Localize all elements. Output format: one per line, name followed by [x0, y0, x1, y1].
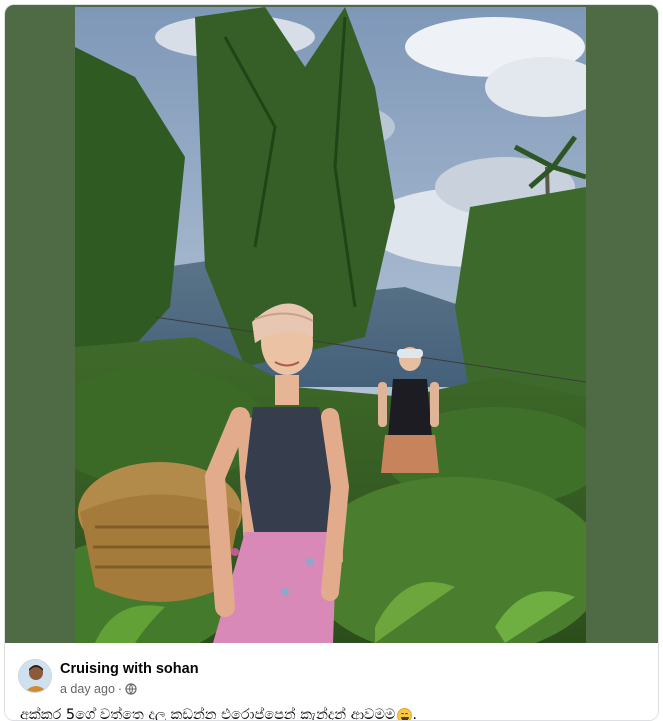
- meta-separator: ·: [117, 682, 123, 696]
- post-timestamp[interactable]: a day ago: [60, 682, 115, 696]
- caption-text: අක්කර 5ගේ වත්තෙ දලු කඩන්න එරොප්පෙන් කැන්…: [20, 707, 396, 721]
- author-name[interactable]: Cruising with sohan: [60, 661, 199, 677]
- tea-plantation-photo: [75, 7, 586, 643]
- post-time-row: a day ago ·: [60, 682, 137, 696]
- post-photo[interactable]: [75, 7, 586, 643]
- post-caption: අක්කර 5ගේ වත්තෙ දලු කඩන්න එරොප්පෙන් කැන්…: [20, 707, 417, 721]
- avatar-image: [19, 660, 51, 692]
- author-avatar[interactable]: [18, 659, 52, 693]
- post-card: Cruising with sohan a day ago · අක්කර 5ග…: [4, 4, 659, 721]
- globe-icon[interactable]: [125, 683, 137, 695]
- post-media[interactable]: [5, 5, 658, 643]
- grinning-face-emoji-icon: [397, 707, 413, 720]
- post-meta: Cruising with sohan a day ago · අක්කර 5ග…: [5, 643, 658, 721]
- caption-end: .: [412, 707, 417, 721]
